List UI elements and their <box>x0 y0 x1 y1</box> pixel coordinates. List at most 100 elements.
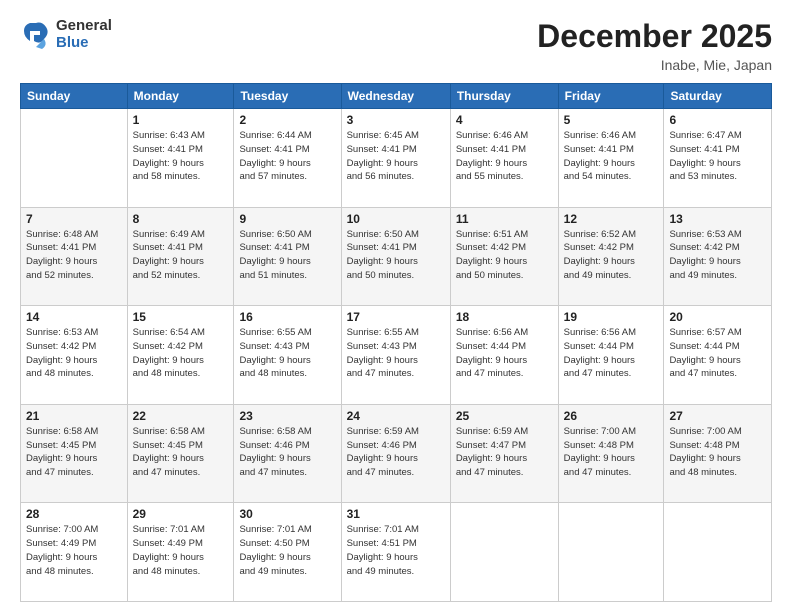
day-info: Sunrise: 6:44 AM Sunset: 4:41 PM Dayligh… <box>239 129 335 184</box>
day-number: 11 <box>456 212 553 226</box>
day-info: Sunrise: 7:01 AM Sunset: 4:50 PM Dayligh… <box>239 523 335 578</box>
calendar-cell <box>664 503 772 602</box>
day-info: Sunrise: 6:50 AM Sunset: 4:41 PM Dayligh… <box>239 228 335 283</box>
calendar-cell <box>558 503 664 602</box>
day-info: Sunrise: 6:58 AM Sunset: 4:45 PM Dayligh… <box>133 425 229 480</box>
calendar-cell <box>21 109 128 208</box>
day-info: Sunrise: 6:53 AM Sunset: 4:42 PM Dayligh… <box>26 326 122 381</box>
day-number: 15 <box>133 310 229 324</box>
calendar-cell: 9 Sunrise: 6:50 AM Sunset: 4:41 PM Daylig… <box>234 207 341 306</box>
day-info: Sunrise: 6:54 AM Sunset: 4:42 PM Dayligh… <box>133 326 229 381</box>
day-info: Sunrise: 7:01 AM Sunset: 4:51 PM Dayligh… <box>347 523 445 578</box>
calendar-cell: 31 Sunrise: 7:01 AM Sunset: 4:51 PM Dayli… <box>341 503 450 602</box>
calendar-cell: 28 Sunrise: 7:00 AM Sunset: 4:49 PM Dayli… <box>21 503 128 602</box>
calendar-cell: 29 Sunrise: 7:01 AM Sunset: 4:49 PM Dayli… <box>127 503 234 602</box>
day-number: 27 <box>669 409 766 423</box>
day-number: 28 <box>26 507 122 521</box>
calendar-cell: 25Sunrise: 6:59 AM Sunset: 4:47 PM Dayli… <box>450 404 558 503</box>
logo: General Blue <box>20 18 112 51</box>
logo-text: General Blue <box>56 18 112 51</box>
day-info: Sunrise: 6:55 AM Sunset: 4:43 PM Dayligh… <box>347 326 445 381</box>
calendar-cell: 27Sunrise: 7:00 AM Sunset: 4:48 PM Dayli… <box>664 404 772 503</box>
day-info: Sunrise: 6:49 AM Sunset: 4:41 PM Dayligh… <box>133 228 229 283</box>
header-friday: Friday <box>558 84 664 109</box>
calendar-cell: 20 Sunrise: 6:57 AM Sunset: 4:44 PM Dayli… <box>664 306 772 405</box>
day-number: 5 <box>564 113 659 127</box>
logo-icon <box>20 19 52 51</box>
title-block: December 2025 Inabe, Mie, Japan <box>537 18 772 73</box>
header: General Blue December 2025 Inabe, Mie, J… <box>20 18 772 73</box>
header-tuesday: Tuesday <box>234 84 341 109</box>
day-info: Sunrise: 7:00 AM Sunset: 4:48 PM Dayligh… <box>564 425 659 480</box>
day-number: 7 <box>26 212 122 226</box>
day-number: 10 <box>347 212 445 226</box>
calendar-cell: 11 Sunrise: 6:51 AM Sunset: 4:42 PM Dayli… <box>450 207 558 306</box>
header-sunday: Sunday <box>21 84 128 109</box>
day-number: 30 <box>239 507 335 521</box>
day-number: 9 <box>239 212 335 226</box>
calendar-cell: 5Sunrise: 6:46 AM Sunset: 4:41 PM Daylig… <box>558 109 664 208</box>
day-number: 1 <box>133 113 229 127</box>
day-info: Sunrise: 6:51 AM Sunset: 4:42 PM Dayligh… <box>456 228 553 283</box>
header-wednesday: Wednesday <box>341 84 450 109</box>
day-number: 3 <box>347 113 445 127</box>
day-info: Sunrise: 6:55 AM Sunset: 4:43 PM Dayligh… <box>239 326 335 381</box>
day-number: 20 <box>669 310 766 324</box>
day-info: Sunrise: 6:46 AM Sunset: 4:41 PM Dayligh… <box>456 129 553 184</box>
day-info: Sunrise: 6:48 AM Sunset: 4:41 PM Dayligh… <box>26 228 122 283</box>
day-info: Sunrise: 7:00 AM Sunset: 4:49 PM Dayligh… <box>26 523 122 578</box>
day-number: 13 <box>669 212 766 226</box>
logo-general-text: General <box>56 18 112 35</box>
day-number: 31 <box>347 507 445 521</box>
day-info: Sunrise: 6:58 AM Sunset: 4:45 PM Dayligh… <box>26 425 122 480</box>
calendar-cell: 4 Sunrise: 6:46 AM Sunset: 4:41 PM Daylig… <box>450 109 558 208</box>
day-info: Sunrise: 6:53 AM Sunset: 4:42 PM Dayligh… <box>669 228 766 283</box>
calendar-week-row: 21 Sunrise: 6:58 AM Sunset: 4:45 PM Dayli… <box>21 404 772 503</box>
day-info: Sunrise: 6:50 AM Sunset: 4:41 PM Dayligh… <box>347 228 445 283</box>
calendar-cell: 15 Sunrise: 6:54 AM Sunset: 4:42 PM Dayli… <box>127 306 234 405</box>
day-number: 12 <box>564 212 659 226</box>
day-info: Sunrise: 6:56 AM Sunset: 4:44 PM Dayligh… <box>564 326 659 381</box>
calendar-cell: 2 Sunrise: 6:44 AM Sunset: 4:41 PM Daylig… <box>234 109 341 208</box>
title-location: Inabe, Mie, Japan <box>537 57 772 73</box>
calendar-cell: 21 Sunrise: 6:58 AM Sunset: 4:45 PM Dayli… <box>21 404 128 503</box>
day-number: 24 <box>347 409 445 423</box>
day-number: 21 <box>26 409 122 423</box>
day-number: 23 <box>239 409 335 423</box>
day-number: 4 <box>456 113 553 127</box>
calendar-cell: 14 Sunrise: 6:53 AM Sunset: 4:42 PM Dayli… <box>21 306 128 405</box>
day-number: 18 <box>456 310 553 324</box>
day-number: 26 <box>564 409 659 423</box>
day-number: 17 <box>347 310 445 324</box>
logo-blue-text: Blue <box>56 35 112 52</box>
calendar-header-row: Sunday Monday Tuesday Wednesday Thursday… <box>21 84 772 109</box>
day-info: Sunrise: 6:47 AM Sunset: 4:41 PM Dayligh… <box>669 129 766 184</box>
calendar-table: Sunday Monday Tuesday Wednesday Thursday… <box>20 83 772 602</box>
day-info: Sunrise: 6:43 AM Sunset: 4:41 PM Dayligh… <box>133 129 229 184</box>
calendar-cell: 10 Sunrise: 6:50 AM Sunset: 4:41 PM Dayli… <box>341 207 450 306</box>
header-thursday: Thursday <box>450 84 558 109</box>
day-info: Sunrise: 6:56 AM Sunset: 4:44 PM Dayligh… <box>456 326 553 381</box>
calendar-cell: 17 Sunrise: 6:55 AM Sunset: 4:43 PM Dayli… <box>341 306 450 405</box>
calendar-cell: 18 Sunrise: 6:56 AM Sunset: 4:44 PM Dayli… <box>450 306 558 405</box>
calendar-week-row: 7 Sunrise: 6:48 AM Sunset: 4:41 PM Daylig… <box>21 207 772 306</box>
day-number: 16 <box>239 310 335 324</box>
calendar-cell: 22 Sunrise: 6:58 AM Sunset: 4:45 PM Dayli… <box>127 404 234 503</box>
calendar-cell: 30 Sunrise: 7:01 AM Sunset: 4:50 PM Dayli… <box>234 503 341 602</box>
calendar-week-row: 28 Sunrise: 7:00 AM Sunset: 4:49 PM Dayli… <box>21 503 772 602</box>
header-saturday: Saturday <box>664 84 772 109</box>
calendar-cell: 7 Sunrise: 6:48 AM Sunset: 4:41 PM Daylig… <box>21 207 128 306</box>
day-number: 29 <box>133 507 229 521</box>
day-number: 2 <box>239 113 335 127</box>
day-number: 14 <box>26 310 122 324</box>
day-number: 6 <box>669 113 766 127</box>
page: General Blue December 2025 Inabe, Mie, J… <box>0 0 792 612</box>
day-info: Sunrise: 6:57 AM Sunset: 4:44 PM Dayligh… <box>669 326 766 381</box>
day-number: 22 <box>133 409 229 423</box>
calendar-cell: 24Sunrise: 6:59 AM Sunset: 4:46 PM Dayli… <box>341 404 450 503</box>
day-info: Sunrise: 7:01 AM Sunset: 4:49 PM Dayligh… <box>133 523 229 578</box>
day-number: 19 <box>564 310 659 324</box>
calendar-cell: 19 Sunrise: 6:56 AM Sunset: 4:44 PM Dayli… <box>558 306 664 405</box>
day-number: 8 <box>133 212 229 226</box>
title-month: December 2025 <box>537 18 772 55</box>
